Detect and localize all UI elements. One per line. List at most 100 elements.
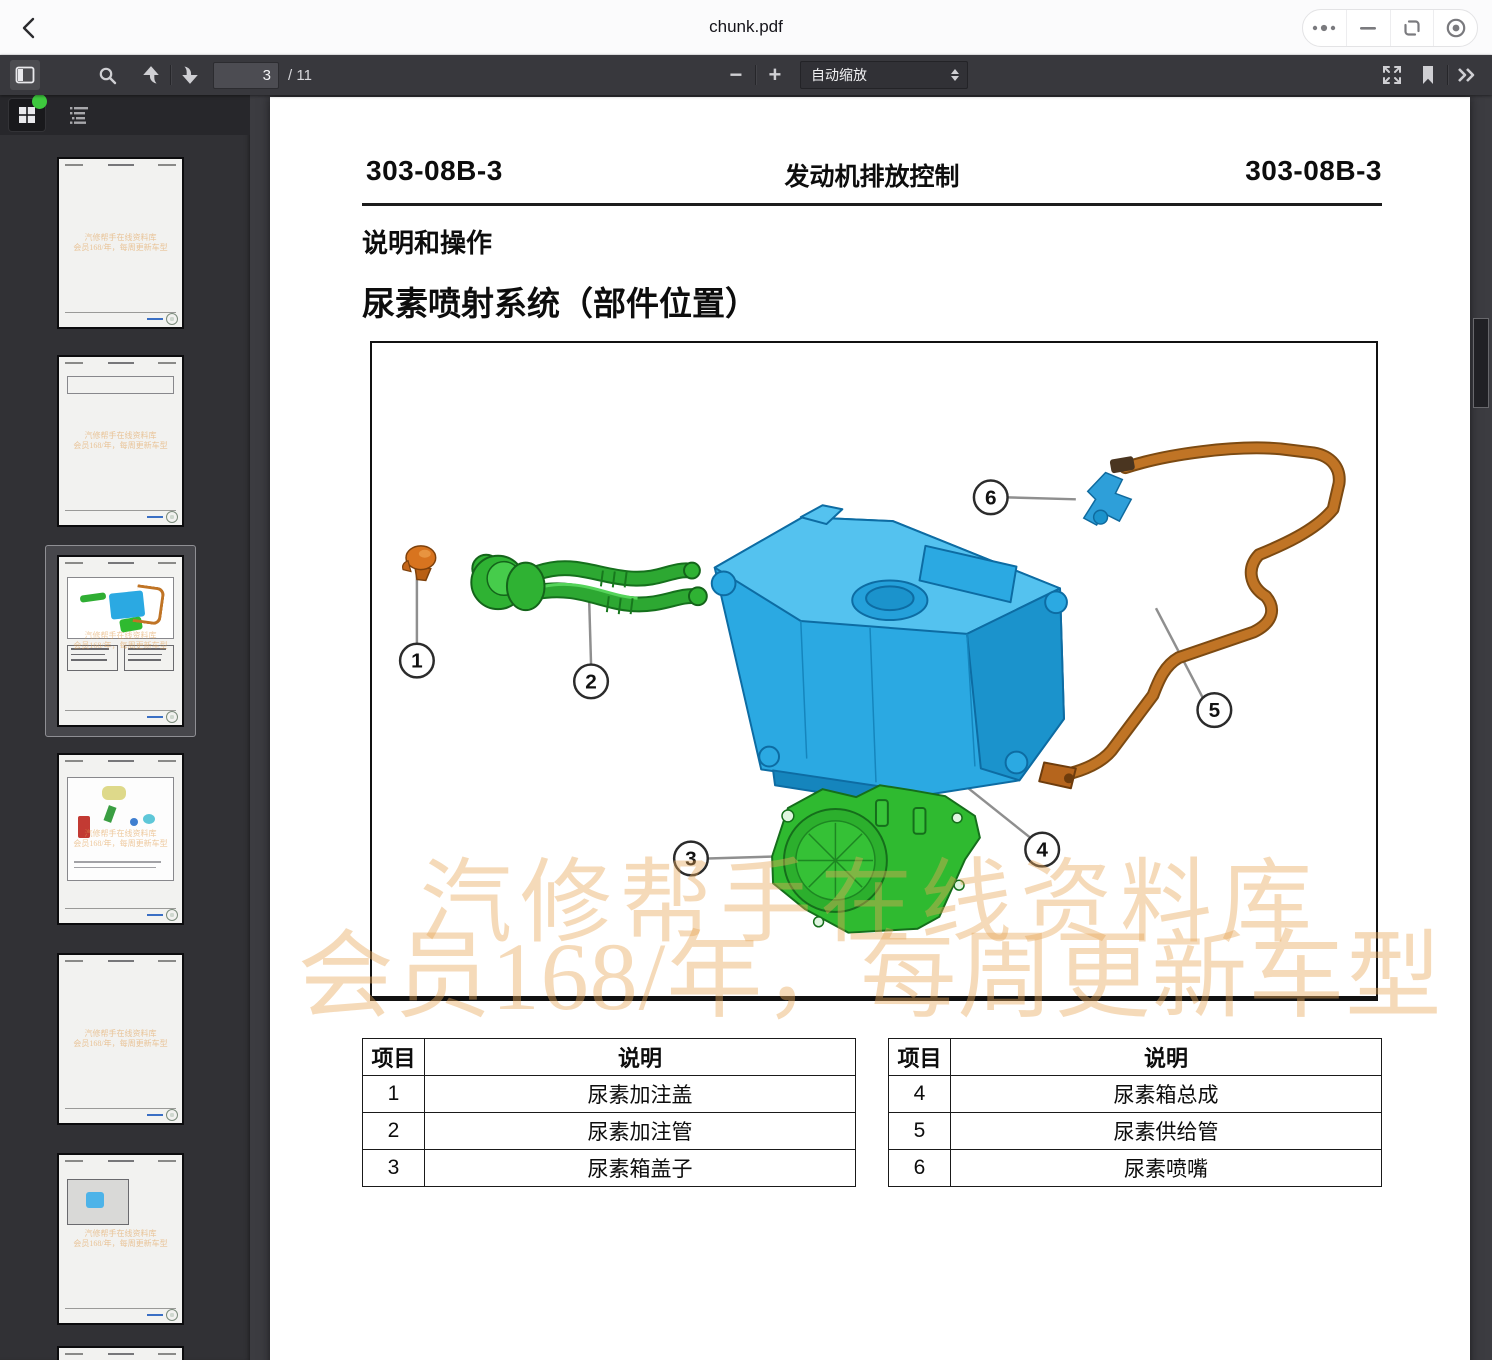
previous-page-button[interactable] <box>136 60 166 90</box>
magnifier-icon <box>98 66 117 85</box>
toolbar-separator <box>755 65 756 85</box>
bookmark-icon <box>1420 65 1436 85</box>
table-row: 2尿素加注管 <box>363 1113 856 1150</box>
thumbnails-grid-icon <box>18 106 36 124</box>
double-chevron-icon <box>1456 66 1478 84</box>
table-cell: 尿素供给管 <box>951 1113 1382 1150</box>
select-arrows-icon <box>951 69 959 81</box>
more-dots-icon <box>1311 23 1337 33</box>
window-controls <box>1302 9 1478 47</box>
table-row: 1尿素加注盖 <box>363 1076 856 1113</box>
toolbar-separator <box>170 65 171 85</box>
next-page-button[interactable] <box>175 60 205 90</box>
plus-icon: + <box>769 62 782 88</box>
zoom-in-button[interactable]: + <box>760 60 790 90</box>
sidebar-header <box>0 95 250 135</box>
expand-arrows-icon <box>1382 65 1402 85</box>
titlebar: chunk.pdf <box>0 0 1492 55</box>
page-count-label: / 11 <box>288 67 312 84</box>
table-cell: 5 <box>889 1113 951 1150</box>
section-title: 说明和操作 <box>362 223 492 260</box>
outline-list-icon <box>69 106 89 124</box>
urea-tank <box>712 505 1067 808</box>
table-header: 说明 <box>951 1039 1382 1076</box>
svg-text:4: 4 <box>1036 838 1048 861</box>
urea-injector <box>1084 473 1131 525</box>
table-cell: 尿素箱总成 <box>951 1076 1382 1113</box>
thumbnail-page-7[interactable] <box>45 1336 196 1360</box>
header-title: 发动机排放控制 <box>362 157 1382 193</box>
minimize-button[interactable] <box>1346 10 1390 46</box>
thumbnail-page-1[interactable]: 汽修帮手在线资料库会员168/年，每周更新车型 <box>45 147 196 339</box>
thumbnail-preview: 汽修帮手在线资料库会员168/年，每周更新车型 <box>57 157 184 329</box>
urea-system-diagram: 1 2 3 4 5 6 <box>372 343 1376 996</box>
svg-text:5: 5 <box>1209 699 1221 722</box>
record-button[interactable] <box>1433 10 1477 46</box>
table-cell: 2 <box>363 1113 425 1150</box>
pdf-page: 303-08B-3 发动机排放控制 303-08B-3 说明和操作 尿素喷射系统… <box>270 97 1470 1360</box>
restore-button[interactable] <box>1390 10 1434 46</box>
thumbnail-page-6[interactable]: 汽修帮手在线资料库会员168/年，每周更新车型 <box>45 1143 196 1335</box>
sidebar-toggle-button[interactable] <box>10 60 40 90</box>
active-indicator-dot <box>32 95 47 109</box>
svg-text:2: 2 <box>585 670 597 693</box>
document-title: chunk.pdf <box>0 17 1492 37</box>
table-row: 4尿素箱总成 <box>889 1076 1382 1113</box>
header-rule <box>362 203 1382 206</box>
pdf-toolbar: / 11 − + 自动缩放 <box>0 55 1492 95</box>
more-options-button[interactable] <box>1303 10 1346 46</box>
svg-text:3: 3 <box>685 847 697 870</box>
header-section-number-right: 303-08B-3 <box>1245 155 1382 187</box>
arrow-down-icon <box>180 65 200 85</box>
thumbnail-page-2[interactable]: 汽修帮手在线资料库会员168/年，每周更新车型 <box>45 345 196 537</box>
more-tools-button[interactable] <box>1452 60 1482 90</box>
minus-icon: − <box>730 62 743 88</box>
table-cell: 尿素加注管 <box>425 1113 856 1150</box>
restore-window-icon <box>1402 18 1422 38</box>
urea-filler-cap <box>403 546 436 581</box>
table-cell: 尿素喷嘴 <box>951 1150 1382 1187</box>
table-header: 说明 <box>425 1039 856 1076</box>
parts-table-right: 项目说明4尿素箱总成5尿素供给管6尿素喷嘴 <box>888 1038 1382 1187</box>
sidebar-toggle-icon <box>15 66 35 84</box>
thumbnails-view-button[interactable] <box>9 99 45 131</box>
record-circle-icon <box>1445 17 1467 39</box>
pdf-viewer-app: chunk.pdf <box>0 0 1492 1360</box>
svg-text:6: 6 <box>985 486 997 509</box>
presentation-mode-button[interactable] <box>1377 60 1407 90</box>
table-cell: 6 <box>889 1150 951 1187</box>
table-row: 5尿素供给管 <box>889 1113 1382 1150</box>
thumbnail-preview: 汽修帮手在线资料库会员168/年，每周更新车型 <box>57 555 184 727</box>
svg-text:1: 1 <box>411 650 423 673</box>
thumbnail-page-3[interactable]: 汽修帮手在线资料库会员168/年，每周更新车型 <box>45 545 196 737</box>
thumbnail-preview: 汽修帮手在线资料库会员168/年，每周更新车型 <box>57 753 184 925</box>
current-view-button[interactable] <box>1413 60 1443 90</box>
vertical-scrollbar-thumb[interactable] <box>1473 318 1489 408</box>
viewer-area: 303-08B-3 发动机排放控制 303-08B-3 说明和操作 尿素喷射系统… <box>250 95 1492 1360</box>
table-header: 项目 <box>363 1039 425 1076</box>
zoom-mode-label: 自动缩放 <box>811 65 951 85</box>
table-cell: 3 <box>363 1150 425 1187</box>
zoom-out-button[interactable]: − <box>721 60 751 90</box>
table-row: 6尿素喷嘴 <box>889 1150 1382 1187</box>
find-button[interactable] <box>92 60 122 90</box>
minimize-icon <box>1359 25 1377 31</box>
thumbnail-preview: 汽修帮手在线资料库会员168/年，每周更新车型 <box>57 953 184 1125</box>
table-cell: 尿素加注盖 <box>425 1076 856 1113</box>
thumbnail-page-5[interactable]: 汽修帮手在线资料库会员168/年，每周更新车型 <box>45 943 196 1135</box>
thumbnail-page-4[interactable]: 汽修帮手在线资料库会员168/年，每周更新车型 <box>45 743 196 935</box>
zoom-mode-select[interactable]: 自动缩放 <box>800 61 968 89</box>
outline-view-button[interactable] <box>61 99 97 131</box>
urea-supply-tube <box>1039 448 1339 788</box>
thumbnail-preview: 汽修帮手在线资料库会员168/年，每周更新车型 <box>57 1153 184 1325</box>
urea-tank-cover <box>772 785 980 932</box>
table-cell: 1 <box>363 1076 425 1113</box>
parts-table-left: 项目说明1尿素加注盖2尿素加注管3尿素箱盖子 <box>362 1038 856 1187</box>
page-number-input[interactable] <box>213 62 279 89</box>
table-header: 项目 <box>889 1039 951 1076</box>
table-row: 3尿素箱盖子 <box>363 1150 856 1187</box>
arrow-up-icon <box>141 65 161 85</box>
table-cell: 尿素箱盖子 <box>425 1150 856 1187</box>
figure-title: 尿素喷射系统（部件位置） <box>362 277 758 325</box>
thumbnail-preview: 汽修帮手在线资料库会员168/年，每周更新车型 <box>57 355 184 527</box>
